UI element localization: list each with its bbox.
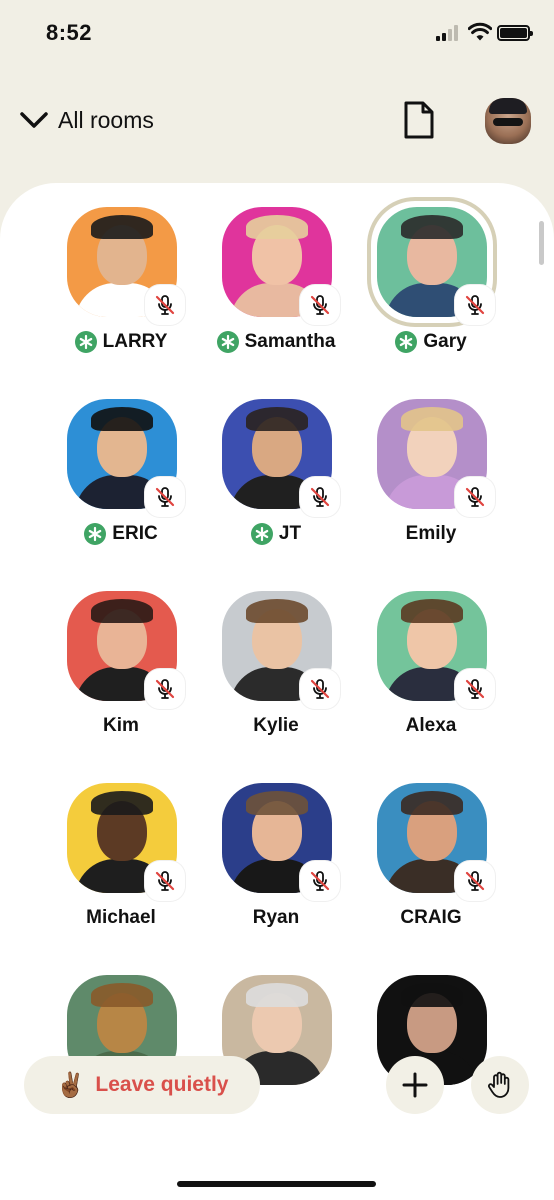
speaker-avatar-wrap	[222, 783, 340, 901]
speaker-tile[interactable]: Samantha	[202, 183, 350, 359]
room-header: All rooms	[0, 92, 554, 152]
speaker-name: Alexa	[357, 715, 505, 737]
speaker-avatar-wrap	[67, 591, 185, 709]
battery-icon	[497, 25, 533, 41]
speaker-name-label: Samantha	[244, 331, 336, 352]
speaker-name-label: Ryan	[252, 907, 300, 928]
all-rooms-button[interactable]: All rooms	[18, 104, 154, 136]
profile-avatar[interactable]	[485, 98, 531, 144]
bottom-action-bar: ✌🏾 Leave quietly	[0, 1056, 554, 1116]
speaker-tile[interactable]: LARRY	[47, 183, 195, 359]
speaker-name: Kim	[47, 715, 195, 737]
speaker-name-label: Kylie	[253, 715, 299, 736]
speaker-name: Samantha	[202, 331, 350, 353]
muted-mic-icon	[155, 487, 175, 507]
home-indicator[interactable]	[177, 1181, 376, 1187]
speaker-avatar-wrap	[377, 591, 495, 709]
peace-hand-icon: ✌🏾	[55, 1071, 86, 1099]
speaker-name: ERIC	[47, 523, 195, 545]
mute-badge	[455, 285, 495, 325]
wifi-icon	[468, 22, 492, 41]
speaker-name: LARRY	[47, 331, 195, 353]
mute-badge	[145, 477, 185, 517]
speaker-tile[interactable]: Kylie	[202, 567, 350, 743]
moderator-icon	[84, 523, 107, 545]
mute-badge	[300, 477, 340, 517]
moderator-icon	[216, 331, 239, 353]
leave-quietly-button[interactable]: ✌🏾 Leave quietly	[24, 1056, 260, 1114]
muted-mic-icon	[155, 295, 175, 315]
muted-mic-icon	[155, 871, 175, 891]
mute-badge	[300, 669, 340, 709]
muted-mic-icon	[310, 871, 330, 891]
room-stage: LARRY Samantha Gary ERIC JT Emily Kim Kylie Alex…	[0, 183, 554, 1200]
leave-quietly-label: Leave quietly	[95, 1073, 229, 1096]
speaker-name: Michael	[47, 907, 195, 929]
plus-icon	[402, 1072, 428, 1098]
speaker-name-label: Michael	[86, 907, 156, 928]
speaker-avatar-wrap	[67, 207, 185, 325]
mute-badge	[455, 477, 495, 517]
speaker-avatar-wrap	[377, 783, 495, 901]
speaker-tile[interactable]: Ryan	[202, 759, 350, 935]
moderator-icon	[395, 331, 418, 353]
speaker-name: CRAIG	[357, 907, 505, 929]
muted-mic-icon	[310, 487, 330, 507]
speaker-name: Ryan	[202, 907, 350, 929]
speaker-name-label: ERIC	[112, 523, 158, 544]
speaker-avatar-wrap	[377, 399, 495, 517]
mute-badge	[300, 285, 340, 325]
mute-badge	[145, 285, 185, 325]
mute-badge	[455, 861, 495, 901]
speaker-tile[interactable]: Emily	[357, 375, 505, 551]
speaker-name-label: Kim	[103, 715, 139, 736]
add-button[interactable]	[386, 1056, 444, 1114]
speaker-name-label: Alexa	[405, 715, 457, 736]
mute-badge	[300, 861, 340, 901]
muted-mic-icon	[465, 487, 485, 507]
speaker-name-label: JT	[278, 523, 302, 544]
muted-mic-icon	[465, 679, 485, 699]
all-rooms-label: All rooms	[58, 106, 154, 133]
mute-badge	[455, 669, 495, 709]
speaker-tile[interactable]: Alexa	[357, 567, 505, 743]
speaker-name: JT	[202, 523, 350, 545]
document-icon[interactable]	[402, 100, 436, 140]
moderator-icon	[74, 331, 97, 353]
scrollbar[interactable]	[539, 221, 544, 265]
speaker-name-label: LARRY	[102, 331, 168, 352]
speaker-avatar-wrap	[222, 399, 340, 517]
status-bar: 8:52	[0, 0, 554, 66]
raised-hand-icon	[488, 1071, 510, 1098]
speaker-tile[interactable]: Kim	[47, 567, 195, 743]
cellular-signal-icon	[436, 25, 462, 41]
speaker-name-label: Gary	[423, 331, 467, 352]
muted-mic-icon	[465, 871, 485, 891]
speaker-tile[interactable]: Michael	[47, 759, 195, 935]
muted-mic-icon	[465, 295, 485, 315]
speaker-avatar-wrap	[222, 207, 340, 325]
speaker-name: Gary	[357, 331, 505, 353]
speaker-avatar-wrap	[367, 197, 497, 327]
moderator-icon	[250, 523, 273, 545]
raise-hand-button[interactable]	[471, 1056, 529, 1114]
speaker-avatar-wrap	[67, 399, 185, 517]
muted-mic-icon	[310, 295, 330, 315]
muted-mic-icon	[155, 679, 175, 699]
speaker-avatar-wrap	[222, 591, 340, 709]
speaker-tile[interactable]: JT	[202, 375, 350, 551]
muted-mic-icon	[310, 679, 330, 699]
speaker-name-label: Emily	[405, 523, 457, 544]
speaker-avatar-wrap	[67, 783, 185, 901]
speaker-name: Kylie	[202, 715, 350, 737]
speaker-tile[interactable]: ERIC	[47, 375, 195, 551]
speaker-tile[interactable]: Gary	[357, 183, 505, 359]
speaker-tile[interactable]: CRAIG	[357, 759, 505, 935]
chevron-down-icon	[20, 112, 48, 128]
status-time: 8:52	[46, 20, 93, 45]
speaker-name-label: CRAIG	[400, 907, 462, 928]
speaker-name: Emily	[357, 523, 505, 545]
mute-badge	[145, 669, 185, 709]
mute-badge	[145, 861, 185, 901]
